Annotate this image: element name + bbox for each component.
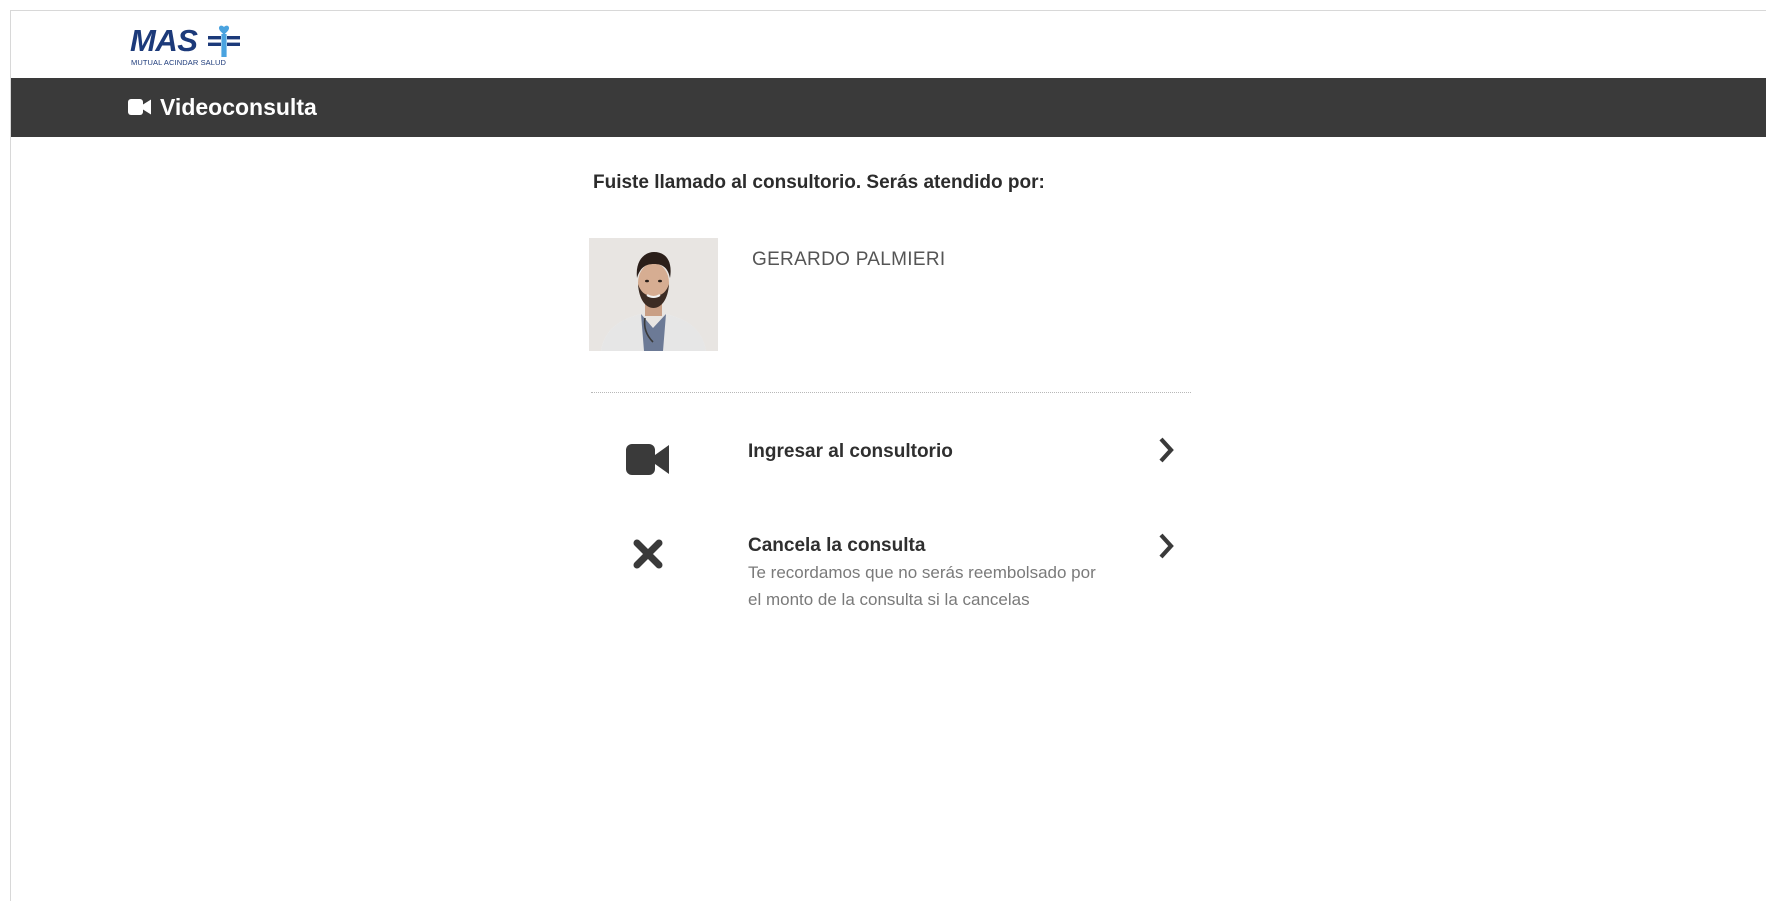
- video-camera-icon: [626, 444, 669, 475]
- enter-office-title: Ingresar al consultorio: [748, 441, 953, 462]
- divider: [591, 392, 1191, 393]
- cancel-consultation-title: Cancela la consulta: [748, 535, 926, 556]
- logo-subtitle: MUTUAL ACINDAR SALUD: [131, 58, 227, 67]
- logo[interactable]: MAS MUTUAL ACINDAR SALUD: [130, 24, 242, 70]
- main-content: Fuiste llamado al consultorio. Serás ate…: [11, 137, 1766, 902]
- chevron-right-icon[interactable]: [1158, 533, 1174, 559]
- doctor-photo-illustration: [589, 238, 718, 351]
- plus-cross-icon: [208, 25, 240, 57]
- doctor-name: GERARDO PALMIERI: [752, 249, 946, 270]
- close-icon: [633, 539, 663, 569]
- nav-title: Videoconsulta: [128, 92, 317, 122]
- enter-office-option[interactable]: Ingresar al consultorio: [591, 427, 1191, 487]
- doctor-avatar: [589, 238, 718, 351]
- cancel-consultation-option[interactable]: Cancela la consulta Te recordamos que no…: [591, 523, 1191, 653]
- called-message: Fuiste llamado al consultorio. Serás ate…: [593, 172, 1045, 193]
- video-camera-icon: [128, 99, 151, 115]
- nav-bar: Videoconsulta: [11, 78, 1766, 137]
- chevron-right-icon[interactable]: [1158, 437, 1174, 463]
- nav-title-text: Videoconsulta: [160, 93, 317, 120]
- cancel-consultation-description: Te recordamos que no serás reembolsado p…: [748, 563, 1096, 609]
- logo-wordmark: MAS: [130, 23, 198, 58]
- brand-header: MAS MUTUAL ACINDAR SALUD: [11, 11, 1766, 78]
- app-window: MAS MUTUAL ACINDAR SALUD Videoconsulta F…: [10, 10, 1766, 901]
